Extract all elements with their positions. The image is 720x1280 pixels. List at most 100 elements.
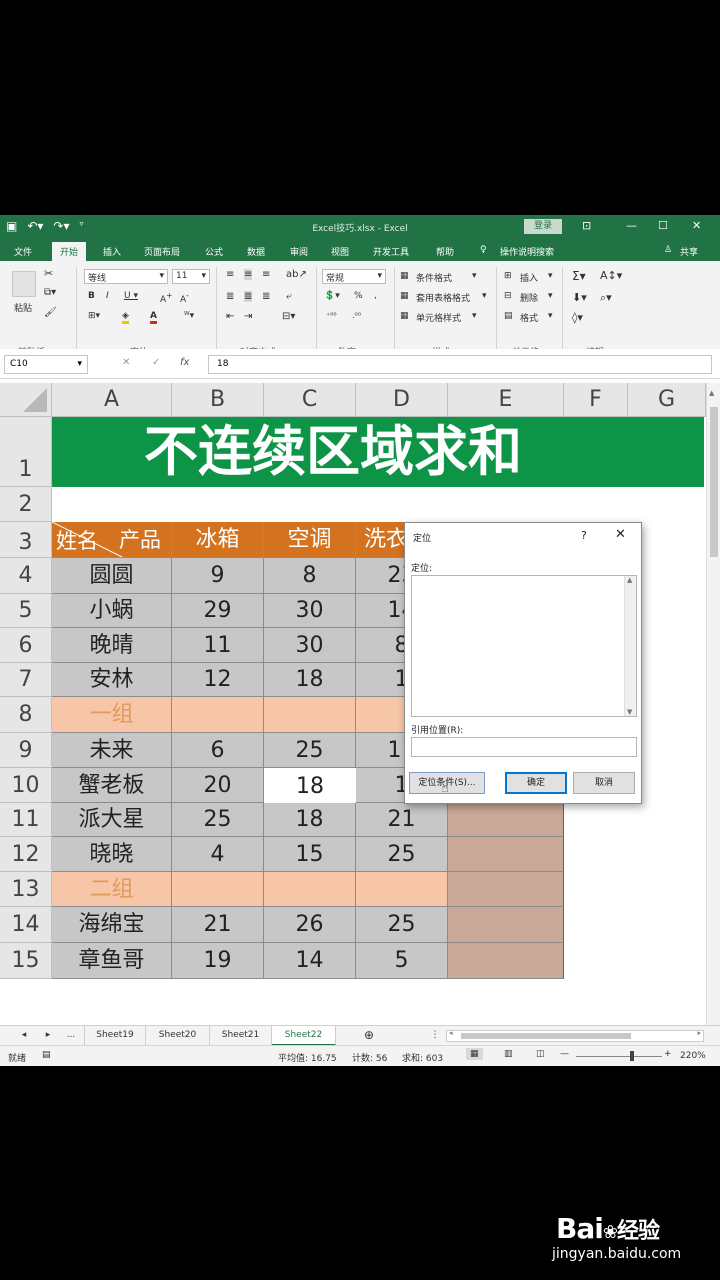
goto-list[interactable]: ▲ ▼ (411, 575, 637, 717)
e-column-cell[interactable] (448, 837, 564, 872)
scroll-right-icon[interactable]: ▸ (697, 1029, 701, 1037)
comma-style-icon[interactable]: , (374, 291, 377, 301)
list-scrollbar[interactable]: ▲ ▼ (624, 576, 636, 716)
ok-button[interactable]: 确定 (505, 772, 567, 794)
horizontal-scrollbar[interactable]: ◂ ▸ (446, 1029, 704, 1042)
value-cell[interactable]: 30 (264, 628, 356, 663)
row-header[interactable]: 2 (0, 487, 52, 522)
maximize-icon[interactable]: ☐ (658, 219, 668, 232)
align-middle-icon[interactable]: ≡ (244, 269, 253, 280)
column-title-cell[interactable]: 空调 (264, 522, 356, 558)
value-cell[interactable]: 6 (172, 733, 264, 768)
decrease-indent-icon[interactable]: ⇤ (226, 311, 234, 322)
sheet-tab-active[interactable]: Sheet22 (272, 1026, 336, 1046)
tab-insert[interactable]: 插入 (103, 245, 121, 258)
zoom-out-icon[interactable]: — (560, 1049, 569, 1059)
name-cell[interactable]: 安林 (52, 663, 172, 697)
name-cell[interactable]: 章鱼哥 (52, 943, 172, 979)
tab-review[interactable]: 审阅 (290, 245, 308, 258)
row-header[interactable]: 14 (0, 907, 52, 943)
name-cell[interactable]: 一组 (52, 697, 172, 733)
name-box[interactable]: C10 ▾ (4, 355, 88, 374)
value-cell[interactable]: 9 (172, 558, 264, 594)
new-sheet-icon[interactable]: ⊕ (358, 1026, 380, 1046)
tab-scroll-right-icon[interactable]: ▸ (38, 1026, 58, 1046)
value-cell[interactable]: 25 (172, 803, 264, 837)
value-cell[interactable]: 14 (264, 943, 356, 979)
value-cell[interactable]: 29 (172, 594, 264, 628)
fill-icon[interactable]: ⬇▾ (572, 291, 587, 304)
format-cells-button[interactable]: 格式 (520, 311, 538, 324)
row-header[interactable]: 4 (0, 558, 52, 594)
font-size-combo[interactable]: 11 ▾ (172, 269, 210, 284)
row-header[interactable]: 1 (0, 417, 52, 487)
name-cell[interactable]: 晓晓 (52, 837, 172, 872)
scrollbar-thumb[interactable] (461, 1033, 631, 1039)
scroll-up-icon[interactable]: ▲ (627, 576, 632, 584)
increase-indent-icon[interactable]: ⇥ (244, 311, 252, 322)
normal-view-icon[interactable]: ▦ (466, 1048, 483, 1060)
column-header[interactable]: D (356, 383, 448, 417)
e-column-cell[interactable] (448, 943, 564, 979)
name-cell[interactable]: 小蜗 (52, 594, 172, 628)
tab-home[interactable]: 开始 (52, 242, 87, 261)
insert-cells-button[interactable]: 插入 (520, 271, 538, 284)
increase-decimal-icon[interactable]: ⁺⁰⁰ (326, 311, 337, 320)
value-cell[interactable] (264, 697, 356, 733)
value-cell[interactable] (356, 872, 448, 907)
number-format-combo[interactable]: 常规 ▾ (322, 269, 386, 284)
percent-icon[interactable]: % (354, 291, 363, 301)
value-cell[interactable]: 25 (356, 837, 448, 872)
value-cell[interactable] (172, 872, 264, 907)
grow-font-icon[interactable]: A+ (160, 291, 172, 305)
minimize-icon[interactable]: — (626, 219, 637, 232)
wrap-text-icon[interactable]: ⤶ (286, 291, 292, 302)
e-column-cell[interactable] (448, 803, 564, 837)
value-cell[interactable]: 5 (356, 943, 448, 979)
column-title-cell[interactable]: 冰箱 (172, 522, 264, 558)
cell-styles-icon[interactable]: ▦ (400, 311, 409, 321)
row-header[interactable]: 5 (0, 594, 52, 628)
underline-icon[interactable]: U ▾ (124, 291, 138, 301)
select-all-button[interactable] (0, 383, 52, 417)
format-as-table-button[interactable]: 套用表格格式 (416, 291, 470, 304)
value-cell[interactable]: 8 (264, 558, 356, 594)
row-header[interactable]: 10 (0, 768, 52, 803)
copy-icon[interactable]: ⧉▾ (44, 287, 56, 298)
more-tabs-button[interactable]: ... (60, 1026, 82, 1046)
column-header[interactable]: F (564, 383, 628, 417)
font-name-combo[interactable]: 等线 ▾ (84, 269, 168, 284)
zoom-in-icon[interactable]: + (664, 1049, 672, 1059)
delete-cells-button[interactable]: 删除 (520, 291, 538, 304)
cancel-entry-icon[interactable]: ✕ (122, 357, 130, 368)
value-cell[interactable]: 25 (264, 733, 356, 768)
tab-developer[interactable]: 开发工具 (373, 245, 409, 258)
align-center-icon[interactable]: ≣ (244, 291, 253, 302)
cell-styles-button[interactable]: 单元格样式 (416, 311, 461, 324)
value-cell[interactable]: 25 (356, 907, 448, 943)
diagonal-header-cell[interactable]: 产品 姓名 (52, 522, 172, 558)
shrink-font-icon[interactable]: A- (180, 291, 189, 305)
blank-row[interactable] (52, 487, 706, 522)
value-cell[interactable]: 18 (264, 663, 356, 697)
close-icon[interactable]: ✕ (615, 527, 626, 542)
tab-page-layout[interactable]: 页面布局 (144, 245, 180, 258)
row-header[interactable]: 7 (0, 663, 52, 697)
conditional-formatting-button[interactable]: 条件格式 (416, 271, 452, 284)
confirm-entry-icon[interactable]: ✓ (152, 357, 160, 368)
column-header[interactable]: C (264, 383, 356, 417)
accounting-format-icon[interactable]: 💲▾ (324, 291, 340, 301)
row-header[interactable]: 15 (0, 943, 52, 979)
align-top-icon[interactable]: ≡ (226, 269, 234, 280)
value-cell[interactable]: 18 (264, 803, 356, 837)
phonetic-icon[interactable]: ᵂ▾ (184, 311, 194, 321)
name-cell[interactable]: 蟹老板 (52, 768, 172, 803)
orientation-icon[interactable]: ab↗ (286, 269, 307, 280)
italic-icon[interactable]: I (106, 291, 109, 301)
row-header[interactable]: 9 (0, 733, 52, 768)
name-cell[interactable]: 圆圆 (52, 558, 172, 594)
page-layout-view-icon[interactable]: ▥ (504, 1049, 513, 1059)
format-cells-icon[interactable]: ▤ (504, 311, 513, 321)
borders-icon[interactable]: ⊞▾ (88, 311, 100, 321)
active-cell[interactable]: 18 (264, 768, 356, 803)
